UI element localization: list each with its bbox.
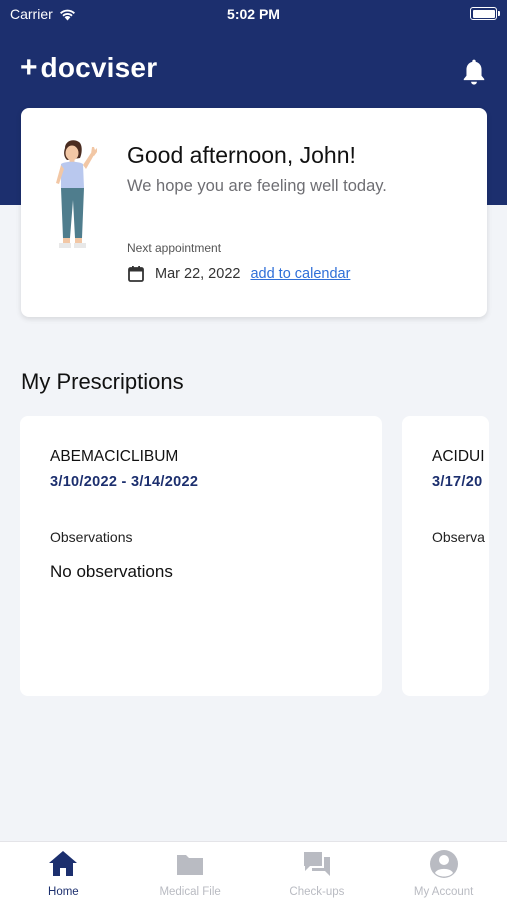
prescription-card[interactable]: ACIDUI 3/17/20 Observa xyxy=(402,416,489,696)
tab-label: Home xyxy=(48,886,79,898)
status-time: 5:02 PM xyxy=(227,6,280,22)
tab-label: Medical File xyxy=(159,886,221,898)
chat-icon xyxy=(303,852,330,876)
add-to-calendar-link[interactable]: add to calendar xyxy=(250,266,350,282)
tab-label: Check-ups xyxy=(289,886,345,898)
folder-icon xyxy=(177,855,204,875)
prescription-name: ACIDUI xyxy=(432,448,485,465)
appointment-row: Mar 22, 2022 add to calendar xyxy=(127,265,350,283)
greeting-subtitle: We hope you are feeling well today. xyxy=(127,177,387,195)
prescription-dates: 3/10/2022 - 3/14/2022 xyxy=(50,474,199,490)
tab-my-account[interactable]: My Account xyxy=(380,842,507,900)
status-bar: Carrier 5:02 PM xyxy=(0,0,507,30)
prescription-name: ABEMACICLIBUM xyxy=(50,448,179,465)
tab-medical-file[interactable]: Medical File xyxy=(127,842,254,900)
account-icon xyxy=(429,850,458,878)
logo-plus: + xyxy=(20,51,38,84)
observations-label: Observa xyxy=(432,529,485,545)
calendar-icon xyxy=(128,266,144,282)
observations-value: No observations xyxy=(50,562,173,581)
logo-text: docviser xyxy=(40,52,158,83)
appointment-date: Mar 22, 2022 xyxy=(155,266,241,282)
greeting-title: Good afternoon, John! xyxy=(127,142,356,168)
notification-bell-icon[interactable] xyxy=(461,58,487,86)
tab-check-ups[interactable]: Check-ups xyxy=(254,842,381,900)
bottom-tab-bar: Home Medical File Check-ups My Account xyxy=(0,841,507,900)
app-logo: + docviser xyxy=(20,52,157,84)
tab-label: My Account xyxy=(413,886,474,898)
tab-home[interactable]: Home xyxy=(0,842,127,900)
waving-person-illustration xyxy=(56,140,97,248)
greeting-card: Good afternoon, John! We hope you are fe… xyxy=(21,108,487,317)
next-appointment-label: Next appointment xyxy=(127,241,222,255)
home-icon xyxy=(49,851,78,876)
observations-label: Observations xyxy=(50,529,133,545)
prescription-dates: 3/17/20 xyxy=(432,474,483,490)
battery-icon xyxy=(470,7,500,20)
prescriptions-title: My Prescriptions xyxy=(21,369,184,394)
prescription-card[interactable]: ABEMACICLIBUM 3/10/2022 - 3/14/2022 Obse… xyxy=(20,416,382,696)
